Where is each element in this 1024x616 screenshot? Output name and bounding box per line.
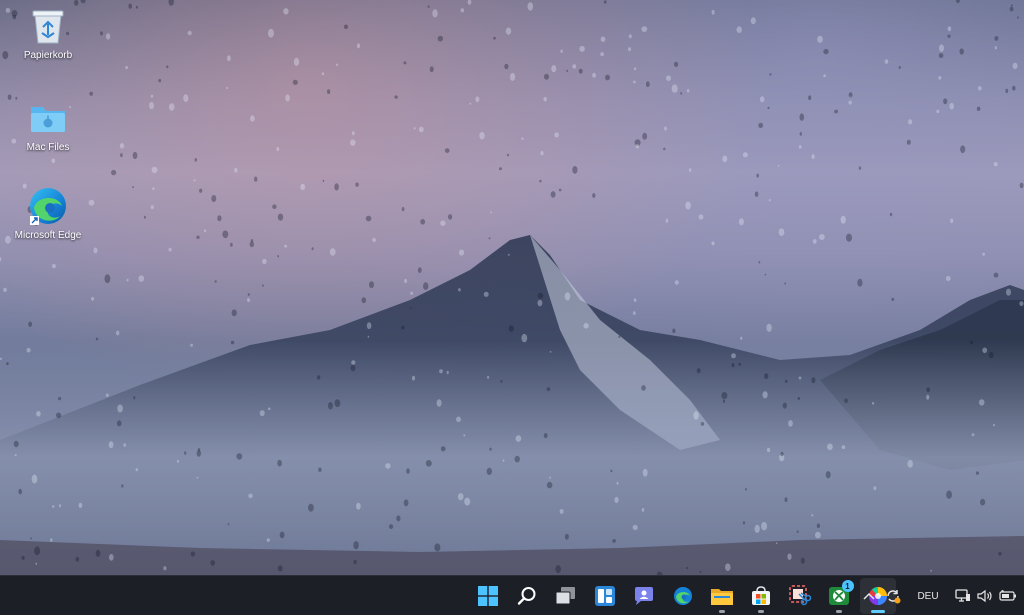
network-button[interactable] bbox=[952, 581, 974, 611]
taskbar: 1 DEU bbox=[0, 575, 1024, 615]
sync-icon bbox=[887, 590, 901, 604]
recycle-bin-icon bbox=[26, 4, 70, 48]
search-button[interactable] bbox=[509, 578, 545, 614]
xbox-button[interactable]: 1 bbox=[821, 578, 857, 614]
battery-icon bbox=[999, 590, 1016, 601]
edge-icon bbox=[673, 587, 692, 605]
widgets-button[interactable] bbox=[587, 578, 623, 614]
task-view-icon bbox=[555, 587, 575, 605]
edge-icon bbox=[26, 184, 70, 228]
running-indicator bbox=[718, 610, 725, 613]
volume-icon bbox=[977, 589, 992, 603]
widgets-icon bbox=[594, 586, 615, 606]
desktop: Papierkorb Mac Files Microsoft Edge bbox=[0, 0, 1024, 575]
edge-button[interactable] bbox=[665, 578, 701, 614]
desktop-icon-microsoft-edge[interactable]: Microsoft Edge bbox=[8, 184, 88, 241]
running-indicator bbox=[835, 610, 842, 613]
show-hidden-icons-button[interactable] bbox=[858, 581, 880, 611]
store-button[interactable] bbox=[743, 578, 779, 614]
start-button[interactable] bbox=[470, 578, 506, 614]
battery-button[interactable] bbox=[996, 581, 1020, 611]
volume-button[interactable] bbox=[974, 581, 996, 611]
notification-badge: 1 bbox=[841, 580, 854, 592]
file-explorer-button[interactable] bbox=[704, 578, 740, 614]
windows-logo-icon bbox=[477, 586, 498, 606]
system-tray: DEU bbox=[858, 576, 1024, 616]
wallpaper-raindrops bbox=[0, 0, 1024, 575]
chevron-up-icon bbox=[863, 592, 875, 600]
folder-icon bbox=[710, 589, 733, 605]
search-icon bbox=[517, 587, 535, 605]
desktop-icon-mac-files[interactable]: Mac Files bbox=[8, 96, 88, 153]
store-icon bbox=[751, 586, 770, 605]
desktop-icon-recycle-bin[interactable]: Papierkorb bbox=[8, 4, 88, 61]
desktop-icon-label: Papierkorb bbox=[23, 50, 73, 61]
task-view-button[interactable] bbox=[548, 578, 584, 614]
running-indicator bbox=[757, 610, 764, 613]
chat-button[interactable] bbox=[626, 578, 662, 614]
teams-chat-icon bbox=[634, 587, 653, 605]
input-language-button[interactable]: DEU bbox=[912, 581, 944, 611]
snipping-tool-icon bbox=[788, 585, 811, 606]
desktop-icon-label: Microsoft Edge bbox=[14, 230, 82, 241]
network-icon bbox=[955, 589, 970, 602]
snipping-tool-button[interactable] bbox=[782, 578, 818, 614]
sync-tray-button[interactable] bbox=[880, 581, 906, 611]
taskbar-apps: 1 bbox=[468, 576, 897, 616]
desktop-icon-label: Mac Files bbox=[26, 142, 70, 153]
folder-icon bbox=[26, 96, 70, 140]
